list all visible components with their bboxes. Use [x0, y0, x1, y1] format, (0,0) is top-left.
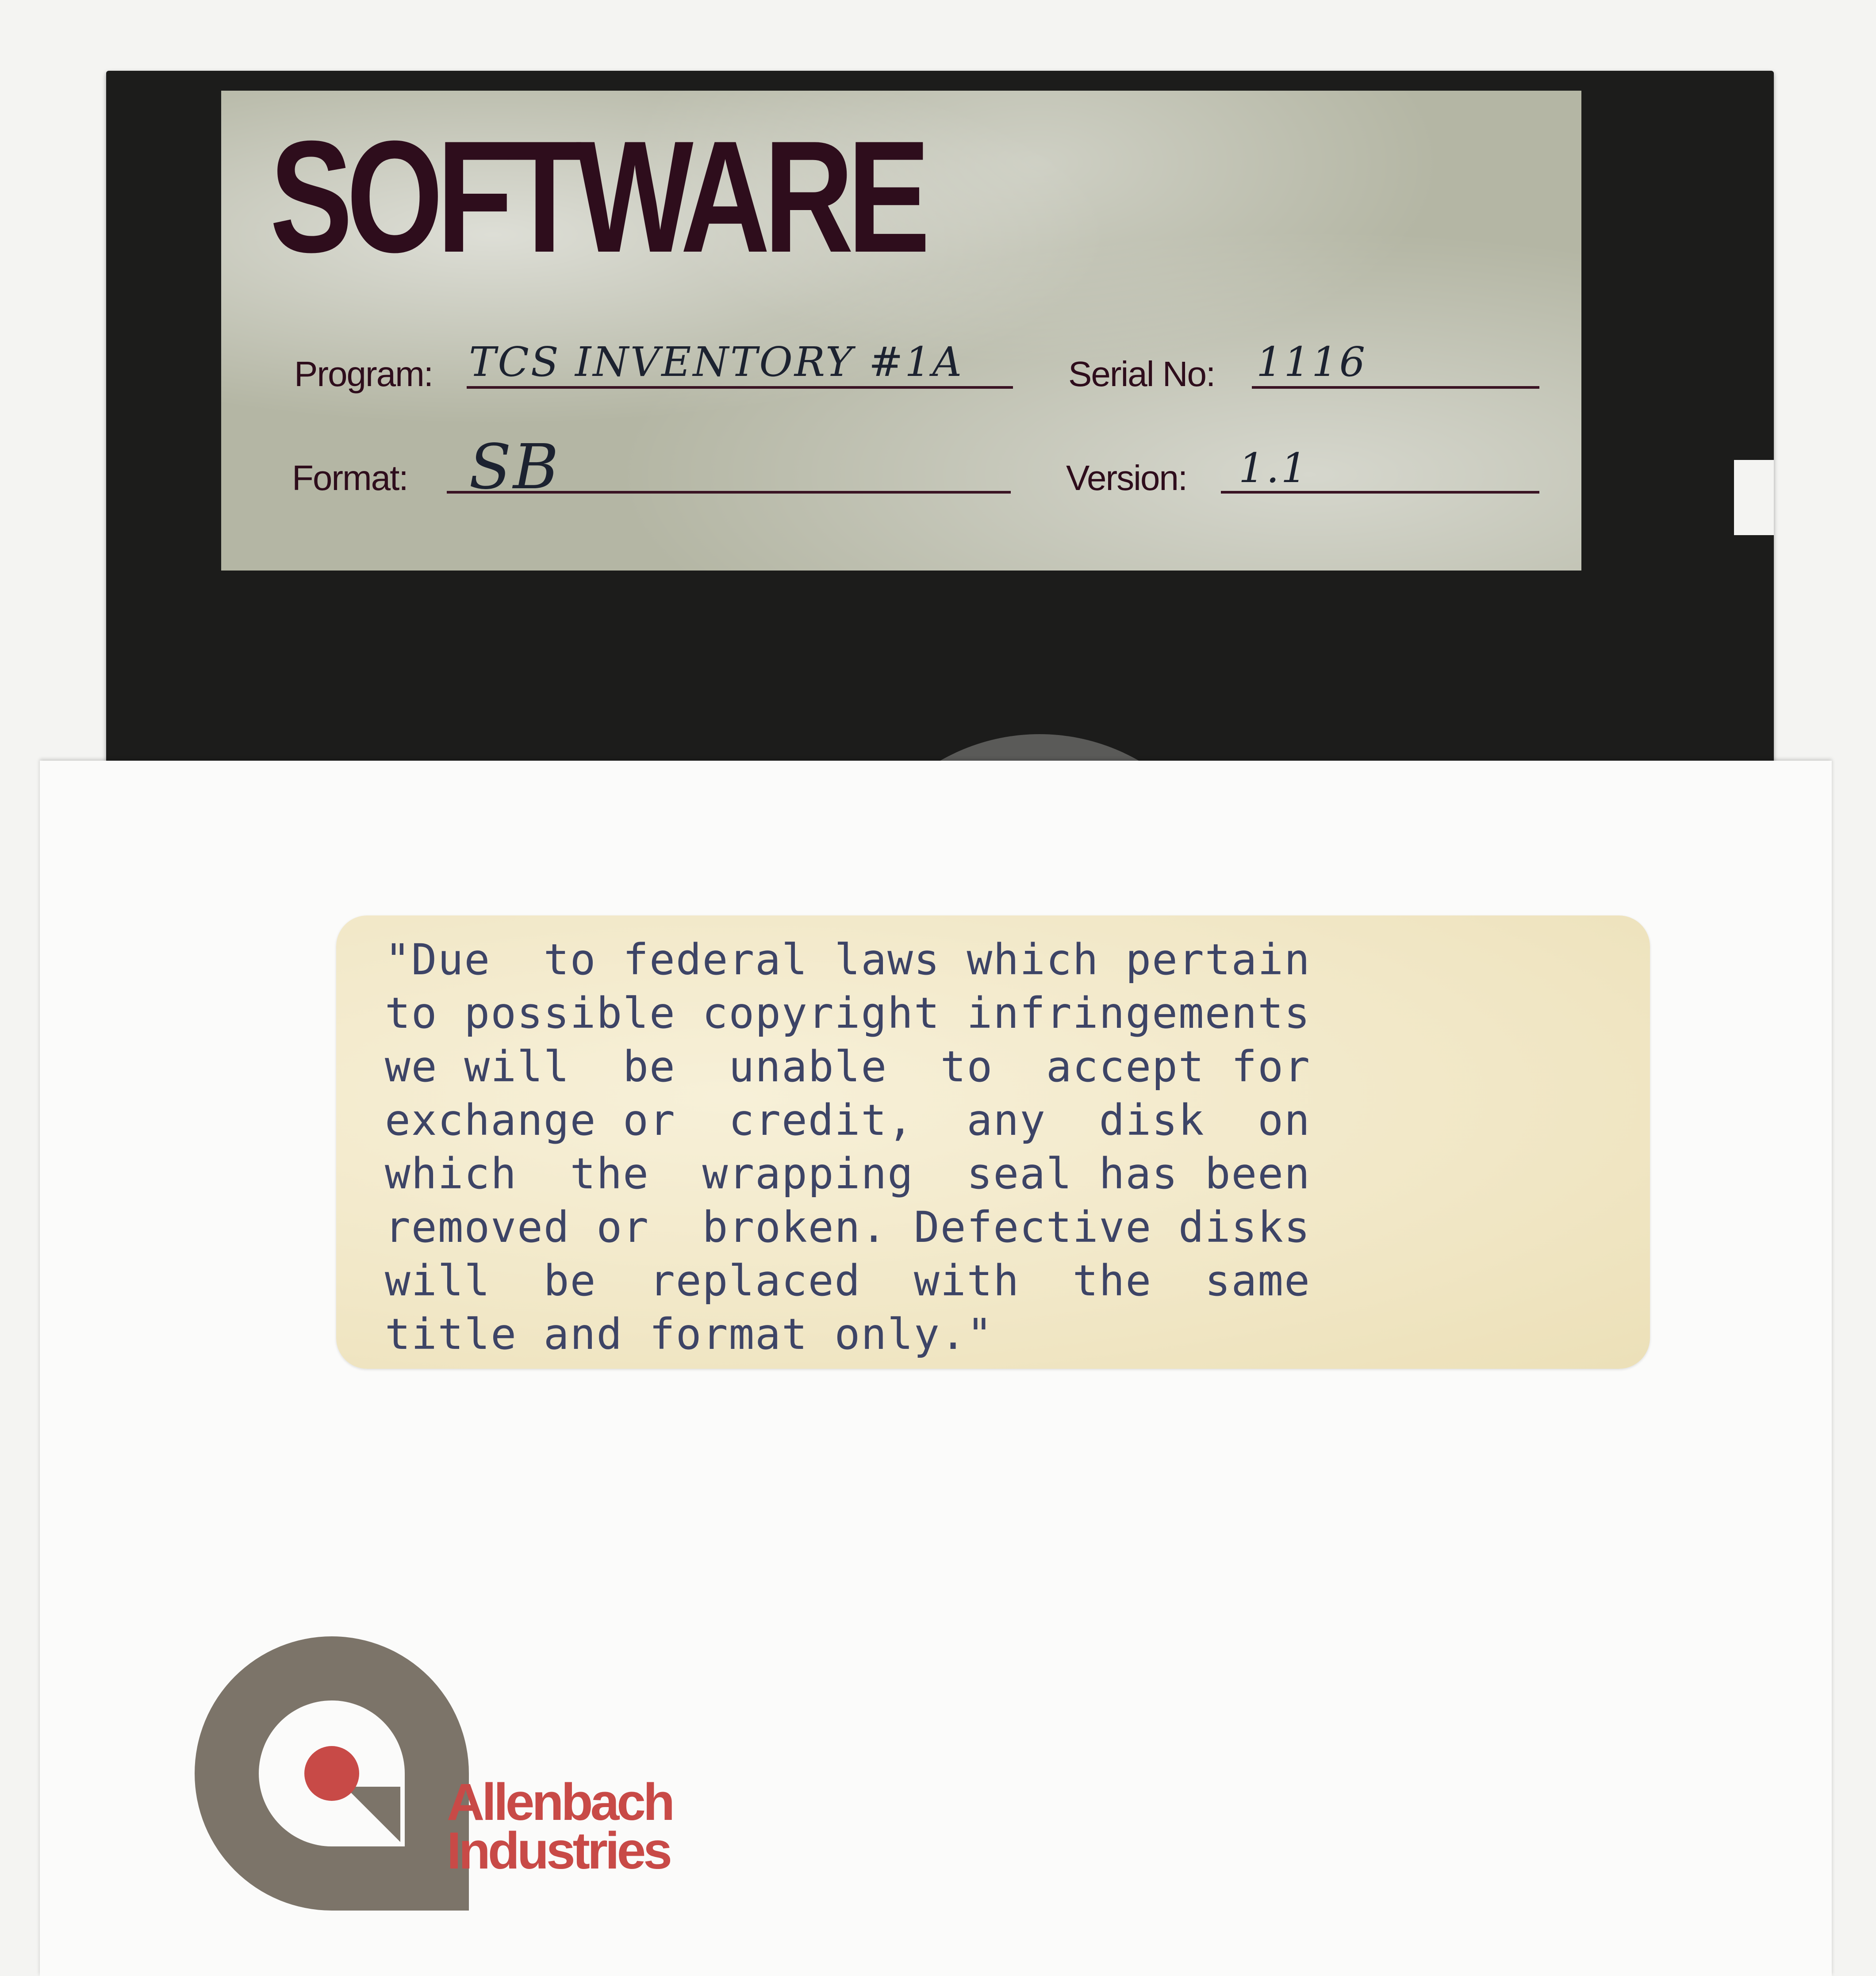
- version-value: 1.1: [1239, 444, 1309, 492]
- format-line: [447, 491, 1011, 494]
- program-label: Program:: [294, 354, 434, 394]
- label-title: SOFTWARE: [270, 108, 930, 286]
- brand-line-2: Industries: [447, 1822, 672, 1880]
- write-protect-notch: [1734, 460, 1774, 535]
- serial-line: [1252, 386, 1539, 389]
- serial-label: Serial No:: [1068, 354, 1216, 394]
- brand-line-1: Allenbach: [447, 1773, 675, 1831]
- version-line: [1221, 491, 1539, 494]
- notice-line: to possible copyright infringements: [385, 988, 1311, 1038]
- disk-sleeve: "Due to federal laws which pertain to pos…: [40, 761, 1832, 1976]
- notice-line: "Due to federal laws which pertain: [385, 935, 1311, 984]
- notice-sticker: "Due to federal laws which pertain to pos…: [336, 915, 1650, 1369]
- notice-line: which the wrapping seal has been: [385, 1149, 1311, 1199]
- format-label: Format:: [292, 458, 409, 498]
- notice-line: title and format only.": [385, 1310, 994, 1359]
- notice-line: we will be unable to accept for: [385, 1042, 1311, 1091]
- version-label: Version:: [1066, 458, 1188, 498]
- notice-line: will be replaced with the same: [385, 1256, 1311, 1306]
- program-line: [467, 386, 1013, 389]
- program-value: TCS INVENTORY #1A: [469, 338, 964, 386]
- serial-value: 1116: [1256, 338, 1367, 386]
- allenbach-logo-icon: [195, 1636, 469, 1911]
- notice-line: exchange or credit, any disk on: [385, 1095, 1311, 1145]
- notice-line: removed or broken. Defective disks: [385, 1202, 1311, 1252]
- disk-label: SOFTWARE Program: TCS INVENTORY #1A Seri…: [221, 91, 1581, 571]
- brand-name: Allenbach Industries: [447, 1773, 675, 1880]
- notice-text: "Due to federal laws which pertain to pos…: [385, 933, 1606, 1361]
- logo-dot: [304, 1746, 359, 1801]
